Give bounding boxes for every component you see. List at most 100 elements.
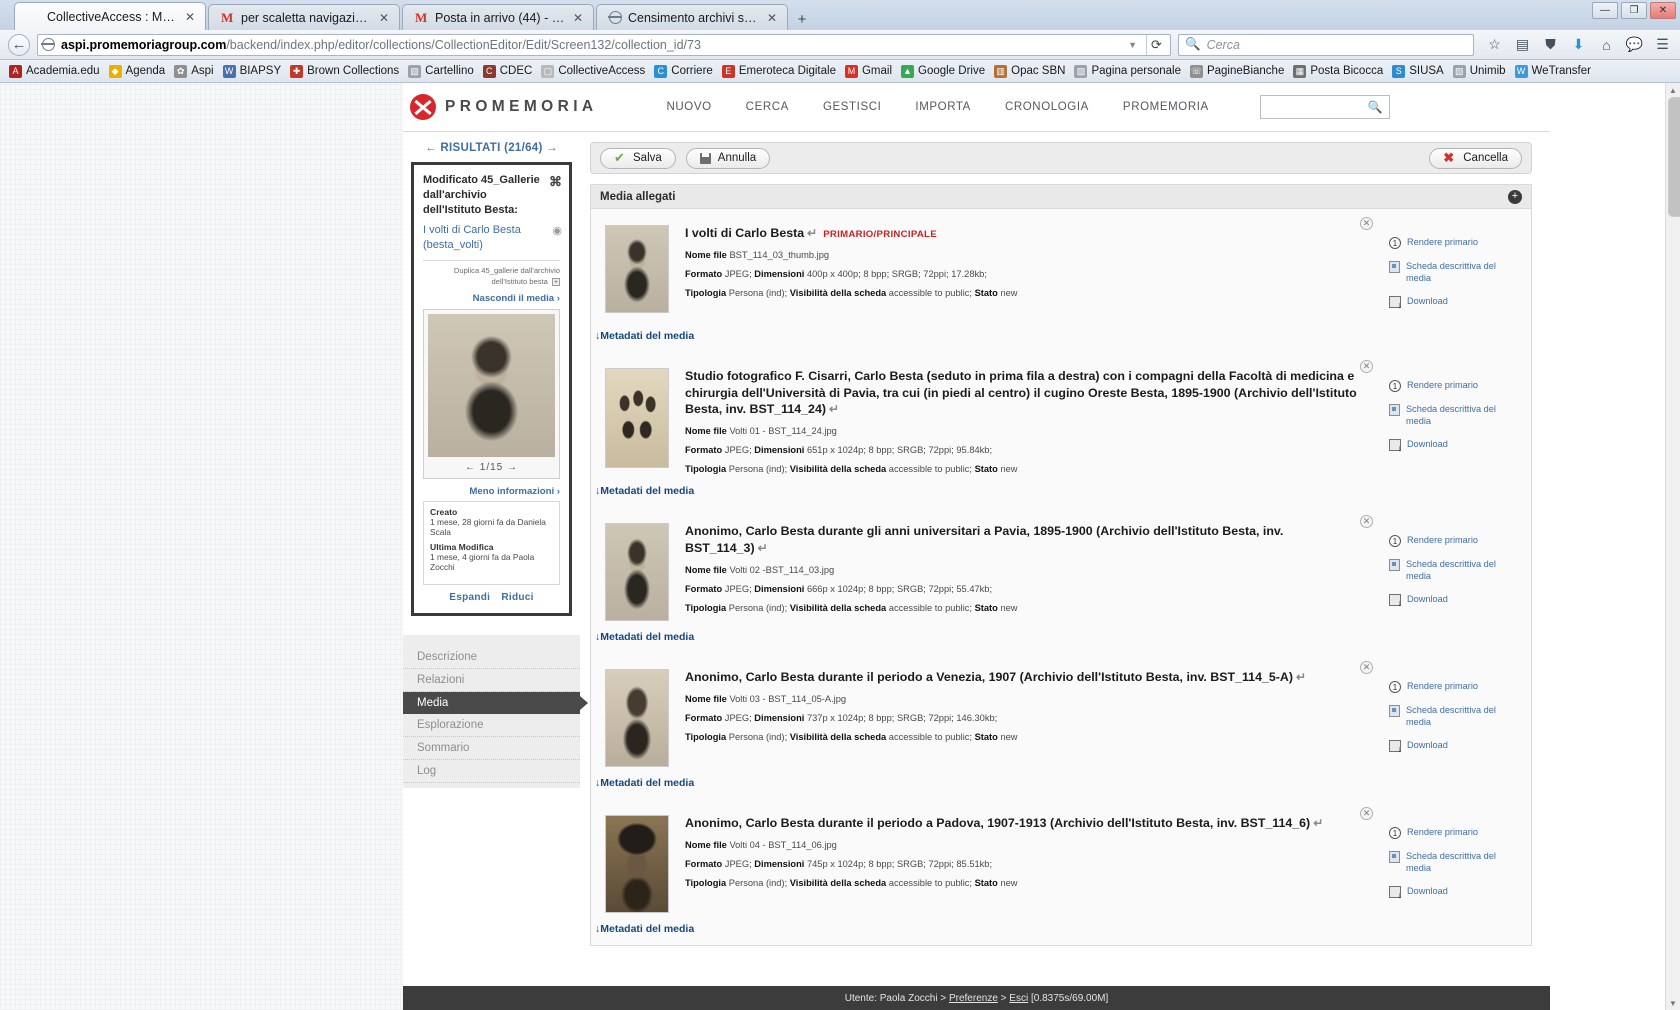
media-thumbnail[interactable] [605, 225, 669, 313]
back-icon[interactable]: ← [8, 33, 30, 56]
sidebar-item-sommario[interactable]: Sommario [403, 737, 580, 760]
bookmark-item[interactable]: ▧ Pagina personale [1071, 64, 1184, 79]
scroll-up-icon[interactable]: ▲ [1666, 83, 1680, 97]
sidebar-item-relazioni[interactable]: Relazioni [403, 669, 580, 692]
address-bar[interactable]: aspi.promemoriagroup.com/backend/index.p… [37, 33, 1171, 56]
close-tab-icon[interactable]: ✕ [183, 10, 197, 24]
bookmark-item[interactable]: ▲ Google Drive [898, 64, 988, 79]
shield-icon[interactable]: ⛊ [1541, 35, 1560, 54]
make-primary-action[interactable]: 1 Rendere primario [1389, 827, 1517, 840]
media-metadata-link[interactable]: ↓Metadati del media [591, 324, 1531, 352]
descriptive-card-action[interactable]: Scheda descrittiva del media [1389, 559, 1517, 582]
close-tab-icon[interactable]: ✕ [765, 11, 779, 25]
bookmark-item[interactable]: C Corriere [651, 64, 716, 79]
make-primary-action[interactable]: 1 Rendere primario [1389, 380, 1517, 392]
close-tab-icon[interactable]: ✕ [571, 11, 585, 25]
delete-button[interactable]: ✖ Cancella [1429, 147, 1522, 169]
bookmark-item[interactable]: ✿ Aspi [171, 64, 216, 79]
download-action[interactable]: Download [1389, 886, 1517, 900]
media-thumbnail[interactable] [605, 368, 669, 468]
media-thumbnail[interactable] [605, 815, 669, 914]
bookmark-item[interactable]: ✚ Brown Collections [287, 64, 402, 79]
home-icon[interactable]: ⌂ [1597, 35, 1616, 54]
app-nav-cerca[interactable]: CERCA [729, 101, 806, 113]
scrollbar-thumb[interactable] [1668, 97, 1680, 217]
new-tab-button[interactable]: + [790, 8, 814, 30]
media-metadata-link[interactable]: ↓Metadati del media [591, 625, 1531, 653]
remove-media-icon[interactable]: ✕ [1360, 360, 1373, 373]
bookmark-item[interactable]: ▧ Cartellino [405, 64, 477, 79]
download-icon[interactable]: ⬇ [1569, 35, 1588, 54]
download-action[interactable]: Download [1389, 740, 1517, 754]
add-icon[interactable]: + [552, 277, 560, 286]
scroll-down-icon[interactable]: ▼ [1666, 996, 1680, 1010]
app-nav-nuovo[interactable]: NUOVO [650, 101, 729, 113]
descriptive-card-action[interactable]: Scheda descrittiva del media [1389, 261, 1517, 284]
page-scrollbar[interactable]: ▲ ▼ [1665, 83, 1680, 1010]
add-media-button[interactable]: + [1508, 189, 1522, 204]
app-nav-importa[interactable]: IMPORTA [898, 101, 988, 113]
search-icon[interactable]: 🔍 [1368, 100, 1383, 114]
app-nav-cronologia[interactable]: CRONOLOGIA [988, 101, 1106, 113]
app-search-input[interactable]: 🔍 [1259, 95, 1390, 119]
app-logo[interactable]: PROMEMORIA [408, 94, 598, 120]
remove-media-icon[interactable]: ✕ [1360, 217, 1373, 230]
bookmark-item[interactable]: ▦ Posta Bicocca [1290, 64, 1386, 79]
close-tab-icon[interactable]: ✕ [377, 11, 391, 25]
bookmark-item[interactable]: E Emeroteca Digitale [719, 64, 839, 79]
bookmark-item[interactable]: ▢ CollectiveAccess [538, 64, 648, 79]
make-primary-action[interactable]: 1 Rendere primario [1389, 681, 1517, 694]
duplicate-record-note[interactable]: Duplica 45_gallerie dall'archivio dell'I… [423, 260, 560, 287]
inspector-thumbnail[interactable] [428, 313, 555, 457]
sidebar-item-esplorazione[interactable]: Esplorazione [403, 714, 580, 737]
hide-media-link[interactable]: Nascondi il media › [423, 293, 560, 304]
bookmark-item[interactable]: W BIAPSY [220, 64, 285, 79]
bookmark-item[interactable]: ▧ Unimib [1450, 64, 1509, 79]
browser-tab[interactable]: CollectiveAccess : Modifica 45_... ✕ [14, 2, 206, 30]
download-action[interactable]: Download [1389, 594, 1517, 608]
command-icon[interactable]: ⌘ [549, 173, 562, 191]
browser-search-input[interactable]: 🔍 Cerca [1178, 33, 1474, 56]
media-thumbnail[interactable] [605, 669, 669, 768]
bookmark-item[interactable]: C CDEC [480, 64, 536, 79]
chat-icon[interactable]: 💬 [1625, 35, 1644, 54]
download-action[interactable]: Download [1389, 296, 1517, 310]
menu-icon[interactable]: ☰ [1653, 35, 1672, 54]
bookmark-item[interactable]: ☏ PagineBianche [1187, 64, 1287, 79]
bookmark-item[interactable]: W WeTransfer [1512, 64, 1594, 79]
bookmark-item[interactable]: M Gmail [842, 64, 895, 79]
app-nav-promemoria[interactable]: PROMEMORIA [1106, 101, 1226, 113]
media-metadata-link[interactable]: ↓Metadati del media [591, 917, 1531, 945]
less-info-link[interactable]: Meno informazioni › [423, 486, 560, 497]
bookmark-item[interactable]: A Academia.edu [6, 64, 103, 79]
sidebar-item-media[interactable]: Media [403, 691, 580, 714]
make-primary-action[interactable]: 1 Rendere primario [1389, 237, 1517, 249]
expand-link[interactable]: Espandi [449, 592, 490, 603]
sidebar-item-log[interactable]: Log [403, 760, 580, 783]
close-window-button[interactable]: ✕ [1650, 2, 1676, 19]
browser-tab[interactable]: Censimento archivi storici i... ✕ [596, 4, 788, 30]
reload-icon[interactable]: ⟳ [1146, 34, 1166, 55]
collapse-link[interactable]: Riduci [501, 592, 533, 603]
clipboard-icon[interactable]: ▤ [1513, 35, 1532, 54]
sidebar-item-descrizione[interactable]: Descrizione [403, 646, 580, 669]
maximize-button[interactable]: ❐ [1621, 2, 1647, 19]
media-pager[interactable]: ← 1/15 → [428, 457, 555, 476]
bookmark-item[interactable]: S SIUSA [1389, 64, 1447, 79]
results-navigation[interactable]: ← RISULTATI (21/64) → [411, 140, 572, 162]
download-action[interactable]: Download [1389, 439, 1517, 453]
save-button[interactable]: ✔ Salva [600, 147, 676, 169]
descriptive-card-action[interactable]: Scheda descrittiva del media [1389, 404, 1517, 427]
make-primary-action[interactable]: 1 Rendere primario [1389, 535, 1517, 548]
media-thumbnail[interactable] [605, 523, 669, 622]
browser-tab[interactable]: M Posta in arrivo (44) - zocchi... ✕ [402, 4, 594, 30]
eye-icon[interactable]: ◉ [552, 224, 562, 239]
chevron-down-icon[interactable]: ▼ [1125, 40, 1140, 50]
bookmark-item[interactable]: ◆ Agenda [106, 64, 169, 79]
star-icon[interactable]: ☆ [1485, 35, 1504, 54]
logout-link[interactable]: Esci [1009, 993, 1028, 1004]
descriptive-card-action[interactable]: Scheda descrittiva del media [1389, 851, 1517, 874]
browser-tab[interactable]: Mper scaletta navigazione - z... ✕ [208, 4, 400, 30]
app-nav-gestisci[interactable]: GESTISCI [806, 101, 898, 113]
minimize-button[interactable]: — [1592, 2, 1618, 19]
